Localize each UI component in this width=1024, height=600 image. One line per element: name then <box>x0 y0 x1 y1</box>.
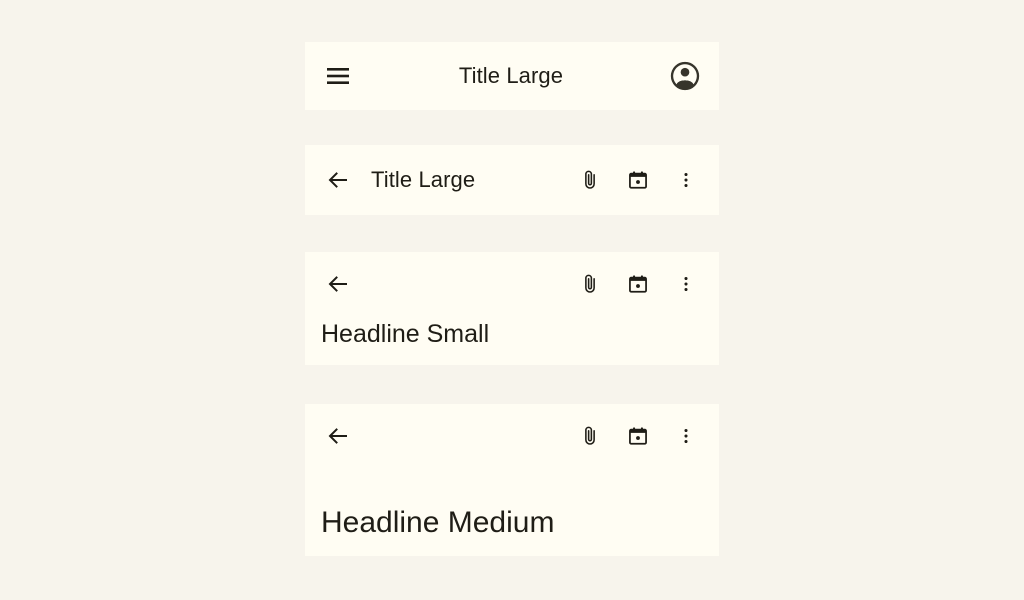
calendar-today-icon[interactable] <box>621 419 655 453</box>
more-vert-icon[interactable] <box>669 419 703 453</box>
top-app-bar-small: Title Large <box>305 145 719 215</box>
account-circle-icon[interactable] <box>667 58 703 94</box>
app-bar-actions <box>573 419 703 453</box>
page-title: Title Large <box>458 63 564 88</box>
attach-file-icon[interactable] <box>573 163 607 197</box>
arrow-back-icon[interactable] <box>321 163 355 197</box>
top-app-bar-center-aligned: Title Large <box>305 42 719 110</box>
top-app-bar-large: Headline Medium <box>305 404 719 556</box>
attach-file-icon[interactable] <box>573 267 607 301</box>
app-bar-specimen-sheet: Title Large Title Large Headline Small H… <box>0 0 1024 600</box>
more-vert-icon[interactable] <box>669 163 703 197</box>
more-vert-icon[interactable] <box>669 267 703 301</box>
app-bar-action-row <box>321 404 703 468</box>
arrow-back-icon[interactable] <box>321 419 355 453</box>
app-bar-action-row <box>321 252 703 316</box>
app-bar-actions <box>573 163 703 197</box>
app-bar-actions <box>573 267 703 301</box>
calendar-today-icon[interactable] <box>621 163 655 197</box>
page-title: Title Large <box>371 167 476 192</box>
page-headline: Headline Medium <box>321 506 555 539</box>
attach-file-icon[interactable] <box>573 419 607 453</box>
page-headline: Headline Small <box>321 320 490 348</box>
arrow-back-icon[interactable] <box>321 267 355 301</box>
hamburger-menu-icon[interactable] <box>321 59 355 93</box>
top-app-bar-medium: Headline Small <box>305 252 719 365</box>
calendar-today-icon[interactable] <box>621 267 655 301</box>
